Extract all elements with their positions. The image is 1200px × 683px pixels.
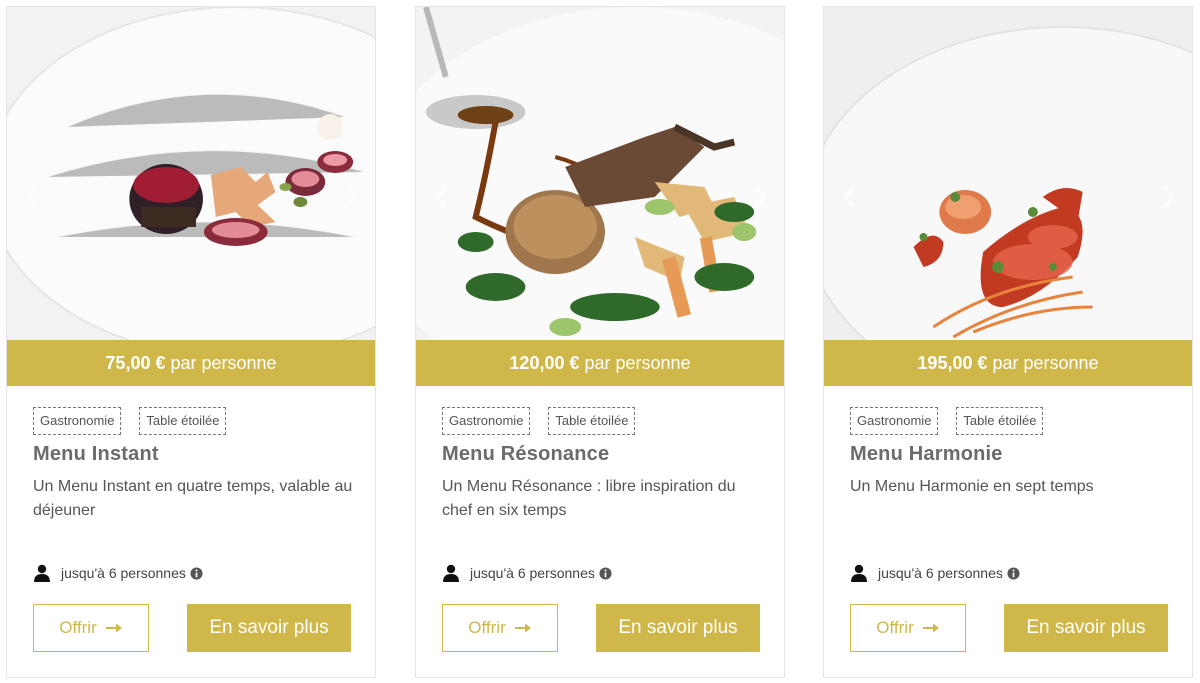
menu-title: Menu Résonance (442, 443, 610, 465)
learn-more-button[interactable]: En savoir plus (1004, 604, 1168, 652)
chevron-right-icon (346, 186, 358, 208)
chevron-left-icon (435, 186, 447, 208)
price-unit: par personne (987, 353, 1099, 373)
price-amount: 120,00 € (509, 353, 580, 373)
tag-list: Gastronomie Table étoilée (850, 407, 1044, 435)
person-icon (851, 564, 867, 582)
guest-capacity-label: jusqu'à 6 personnes (61, 565, 186, 581)
arrow-right-icon (514, 623, 531, 633)
info-icon[interactable] (190, 566, 203, 580)
arrow-right-icon (105, 623, 122, 633)
menu-image-carousel (416, 7, 784, 340)
price-unit: par personne (579, 353, 691, 373)
carousel-prev-button[interactable] (838, 183, 862, 211)
menu-description: Un Menu Harmonie en sept temps (850, 478, 1094, 495)
menu-card: 195,00 € par personne Gastronomie Table … (823, 6, 1193, 678)
menu-image-carousel (7, 7, 375, 340)
tag-list: Gastronomie Table étoilée (442, 407, 636, 435)
dish-photo (824, 7, 1192, 340)
menu-card: 120,00 € par personne Gastronomie Table … (415, 6, 785, 678)
dish-photo (7, 7, 375, 340)
person-icon (34, 564, 50, 582)
tag-table-etoilee: Table étoilée (956, 407, 1044, 435)
price-amount: 75,00 € (105, 353, 166, 373)
offer-button[interactable]: Offrir (33, 604, 149, 652)
chevron-right-icon (1163, 186, 1175, 208)
guest-capacity: jusqu'à 6 personnes (850, 564, 1020, 582)
dish-photo (416, 7, 784, 340)
offer-button[interactable]: Offrir (850, 604, 966, 652)
tag-list: Gastronomie Table étoilée (33, 407, 227, 435)
chevron-right-icon (755, 186, 767, 208)
menu-description: Un Menu Instant en quatre temps, valable… (33, 478, 353, 519)
info-icon[interactable] (599, 566, 612, 580)
offer-button[interactable]: Offrir (442, 604, 558, 652)
tag-gastronomie: Gastronomie (33, 407, 122, 435)
tag-gastronomie: Gastronomie (442, 407, 531, 435)
offer-button-label: Offrir (876, 618, 914, 637)
arrow-right-icon (922, 623, 939, 633)
carousel-next-button[interactable] (1156, 183, 1180, 211)
guest-capacity: jusqu'à 6 personnes (442, 564, 612, 582)
menu-image-carousel (824, 7, 1192, 340)
chevron-left-icon (26, 186, 38, 208)
menu-title: Menu Harmonie (850, 443, 1003, 465)
offer-button-label: Offrir (59, 618, 97, 637)
info-icon[interactable] (1007, 566, 1020, 580)
carousel-prev-button[interactable] (21, 183, 45, 211)
guest-capacity: jusqu'à 6 personnes (33, 564, 203, 582)
price-banner: 195,00 € par personne (824, 340, 1192, 386)
price-amount: 195,00 € (917, 353, 988, 373)
guest-capacity-label: jusqu'à 6 personnes (878, 565, 1003, 581)
menu-description: Un Menu Résonance : libre inspiration du… (442, 478, 736, 519)
carousel-next-button[interactable] (339, 183, 363, 211)
guest-capacity-label: jusqu'à 6 personnes (470, 565, 595, 581)
chevron-left-icon (843, 186, 855, 208)
tag-table-etoilee: Table étoilée (548, 407, 636, 435)
price-banner: 75,00 € par personne (7, 340, 375, 386)
person-icon (443, 564, 459, 582)
learn-more-button[interactable]: En savoir plus (187, 604, 351, 652)
price-banner: 120,00 € par personne (416, 340, 784, 386)
carousel-next-button[interactable] (748, 183, 772, 211)
menu-title: Menu Instant (33, 443, 159, 465)
carousel-prev-button[interactable] (430, 183, 454, 211)
learn-more-button[interactable]: En savoir plus (596, 604, 760, 652)
tag-table-etoilee: Table étoilée (139, 407, 227, 435)
offer-button-label: Offrir (468, 618, 506, 637)
price-unit: par personne (165, 353, 277, 373)
tag-gastronomie: Gastronomie (850, 407, 939, 435)
menu-card: 75,00 € par personne Gastronomie Table é… (6, 6, 376, 678)
